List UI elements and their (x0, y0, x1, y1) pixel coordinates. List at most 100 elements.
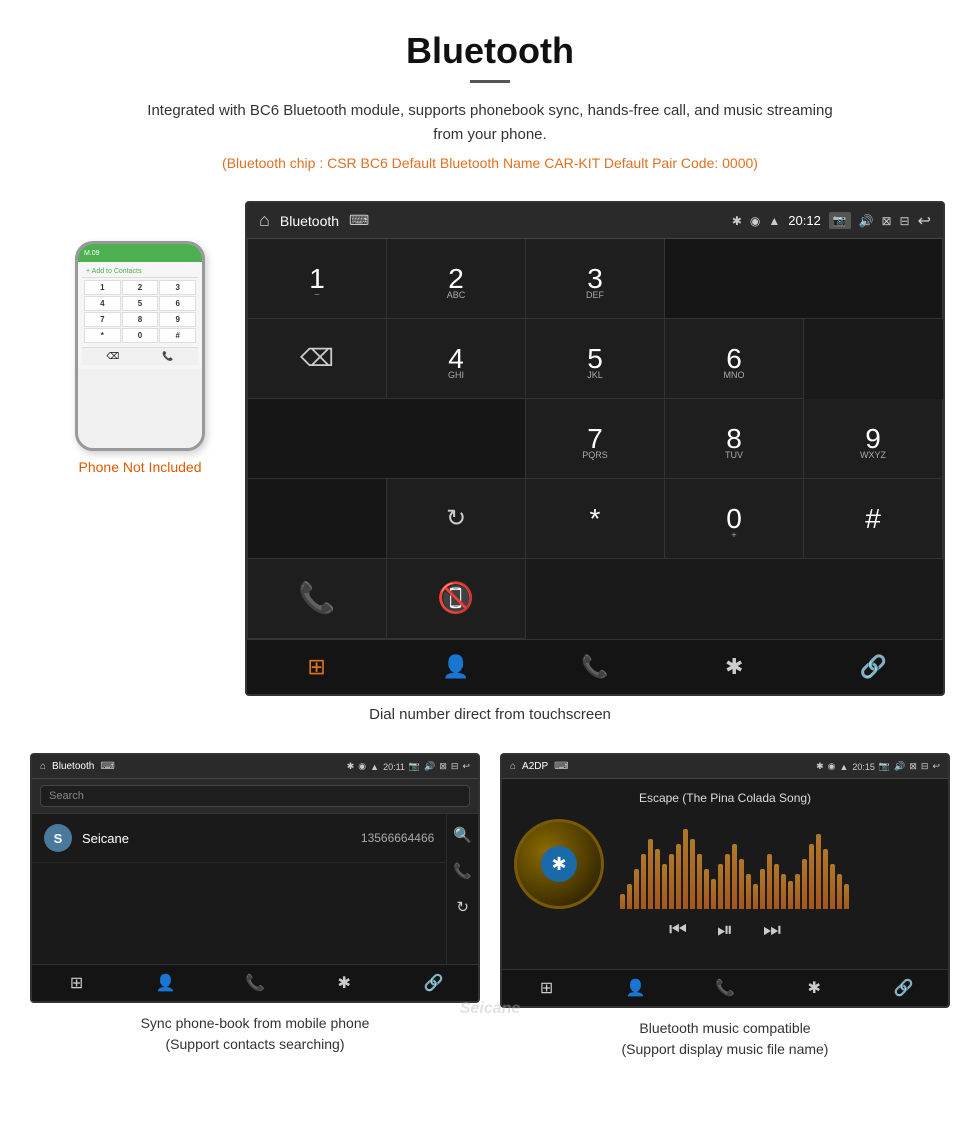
phone-key-3: 3 (159, 280, 196, 295)
pb-cam-icon[interactable]: 📷 (409, 761, 420, 772)
pb-refresh-icon[interactable]: ↻ (456, 898, 469, 916)
dial-refresh[interactable]: ↻ (387, 479, 526, 559)
music-vol-icon[interactable]: 🔊 (894, 761, 905, 772)
dial-backspace[interactable]: ⌫ (248, 319, 387, 399)
viz-bar (669, 854, 674, 909)
music-nav-phone[interactable]: 📞 (680, 970, 769, 1006)
pb-nav-phone[interactable]: 📞 (210, 965, 299, 1001)
phone-sidebar: M.09 + Add to Contacts 1 2 3 4 5 6 7 8 9… (35, 201, 245, 475)
next-track-button[interactable]: ⏭ (763, 919, 781, 942)
pb-x-icon[interactable]: ⊠ (439, 761, 447, 772)
dial-key-star[interactable]: * (526, 479, 665, 559)
dial-letters-1: ⌣ (314, 289, 320, 300)
pb-link-icon: 🔗 (423, 973, 443, 993)
status-right: ✱ ◉ ▲ 20:12 📷 🔊 ⊠ ⊟ ↩ (732, 211, 931, 231)
music-nav-bt[interactable]: ✱ (770, 970, 859, 1006)
phonebook-caption-line2: (Support contacts searching) (166, 1036, 345, 1052)
phone-key-2: 2 (122, 280, 159, 295)
music-visualizer (620, 819, 936, 909)
pb-min-icon[interactable]: ⊟ (451, 761, 459, 772)
viz-bar (809, 844, 814, 909)
dial-letters-5: JKL (587, 370, 603, 380)
music-nav-dialpad[interactable]: ⊞ (502, 970, 591, 1006)
dial-key-4[interactable]: 4 GHI (387, 319, 526, 399)
dial-call-red[interactable]: 📵 (387, 559, 526, 639)
phone-key-4: 4 (84, 296, 121, 311)
back-icon[interactable]: ↩ (918, 211, 931, 231)
dial-key-2[interactable]: 2 ABC (387, 239, 526, 319)
viz-bar (620, 894, 625, 909)
dial-letters-4: GHI (448, 370, 464, 380)
usb-icon: ⌨ (349, 212, 369, 229)
phonebook-status-left: ⌂ Bluetooth ⌨ (40, 761, 115, 772)
nav-phone[interactable]: 📞 (525, 640, 664, 694)
search-placeholder: Search (49, 790, 84, 802)
camera-icon[interactable]: 📷 (829, 212, 851, 229)
music-min-icon[interactable]: ⊟ (921, 761, 929, 772)
viz-bar (802, 859, 807, 909)
nav-contacts[interactable]: 👤 (386, 640, 525, 694)
viz-bar (760, 869, 765, 909)
dial-key-5[interactable]: 5 JKL (526, 319, 665, 399)
dial-key-1[interactable]: 1 ⌣ (248, 239, 387, 319)
signal-icon: ▲ (768, 214, 780, 228)
viz-bar (683, 829, 688, 909)
contacts-icon: 👤 (442, 654, 469, 680)
pb-nav-dialpad[interactable]: ⊞ (32, 965, 121, 1001)
viz-bar (704, 869, 709, 909)
music-x-icon[interactable]: ⊠ (909, 761, 917, 772)
dial-key-7[interactable]: 7 PQRS (526, 399, 665, 479)
pb-search-icon[interactable]: 🔍 (453, 826, 472, 844)
viz-bar (746, 874, 751, 909)
music-cam-icon[interactable]: 📷 (879, 761, 890, 772)
home-icon[interactable]: ⌂ (259, 210, 270, 231)
refresh-icon: ↻ (446, 504, 466, 533)
phonebook-status-right: ✱ ◉ ▲ 20:11 📷 🔊 ⊠ ⊟ ↩ (347, 761, 470, 772)
pb-call-icon[interactable]: 📞 (453, 862, 472, 880)
music-title: A2DP (522, 761, 548, 772)
volume-icon[interactable]: 🔊 (859, 214, 874, 228)
music-bt-icon: ✱ (816, 761, 824, 772)
contact-row-seicane[interactable]: S Seicane 13566664466 (32, 814, 446, 863)
pb-nav-contacts[interactable]: 👤 (121, 965, 210, 1001)
album-art: ♪ ✱ (514, 819, 604, 909)
dial-key-0[interactable]: 0 + (665, 479, 804, 559)
nav-bluetooth[interactable]: ✱ (665, 640, 804, 694)
dial-key-hash[interactable]: # (804, 479, 943, 559)
nav-link[interactable]: 🔗 (804, 640, 943, 694)
viz-bar (732, 844, 737, 909)
phone-key-9: 9 (159, 312, 196, 327)
prev-track-button[interactable]: ⏮ (669, 919, 687, 942)
dial-key-6[interactable]: 6 MNO (665, 319, 804, 399)
pb-back-icon[interactable]: ↩ (462, 761, 470, 772)
minimize-icon[interactable]: ⊟ (900, 214, 910, 228)
viz-bar (774, 864, 779, 909)
phone-mockup: M.09 + Add to Contacts 1 2 3 4 5 6 7 8 9… (75, 241, 205, 451)
main-screenshot-area: M.09 + Add to Contacts 1 2 3 4 5 6 7 8 9… (0, 201, 980, 696)
music-nav-contacts[interactable]: 👤 (591, 970, 680, 1006)
pb-nav-bt[interactable]: ✱ (300, 965, 389, 1001)
close-icon[interactable]: ⊠ (881, 214, 891, 228)
music-nav-link[interactable]: 🔗 (859, 970, 948, 1006)
pb-nav-link[interactable]: 🔗 (389, 965, 478, 1001)
pb-vol-icon[interactable]: 🔊 (424, 761, 435, 772)
music-home-icon[interactable]: ⌂ (510, 761, 516, 772)
song-title: Escape (The Pina Colada Song) (639, 791, 811, 805)
phone-key-hash: # (159, 328, 196, 343)
viz-bar (837, 874, 842, 909)
viz-bar (648, 839, 653, 909)
dial-key-9[interactable]: 9 WXYZ (804, 399, 943, 479)
screen-title: Bluetooth (280, 213, 339, 229)
dial-key-3[interactable]: 3 DEF (526, 239, 665, 319)
play-pause-button[interactable]: ⏯ (717, 919, 733, 942)
music-back-icon[interactable]: ↩ (932, 761, 940, 772)
location-icon: ◉ (750, 214, 760, 228)
dial-key-8[interactable]: 8 TUV (665, 399, 804, 479)
search-input-mock[interactable]: Search (40, 785, 470, 807)
dial-call-green[interactable]: 📞 (248, 559, 387, 639)
phonebook-search-bar: Search (32, 779, 478, 814)
music-status-left: ⌂ A2DP ⌨ (510, 761, 569, 772)
status-time: 20:12 (788, 213, 821, 228)
pb-home-icon[interactable]: ⌂ (40, 761, 46, 772)
nav-dialpad[interactable]: ⊞ (247, 640, 386, 694)
